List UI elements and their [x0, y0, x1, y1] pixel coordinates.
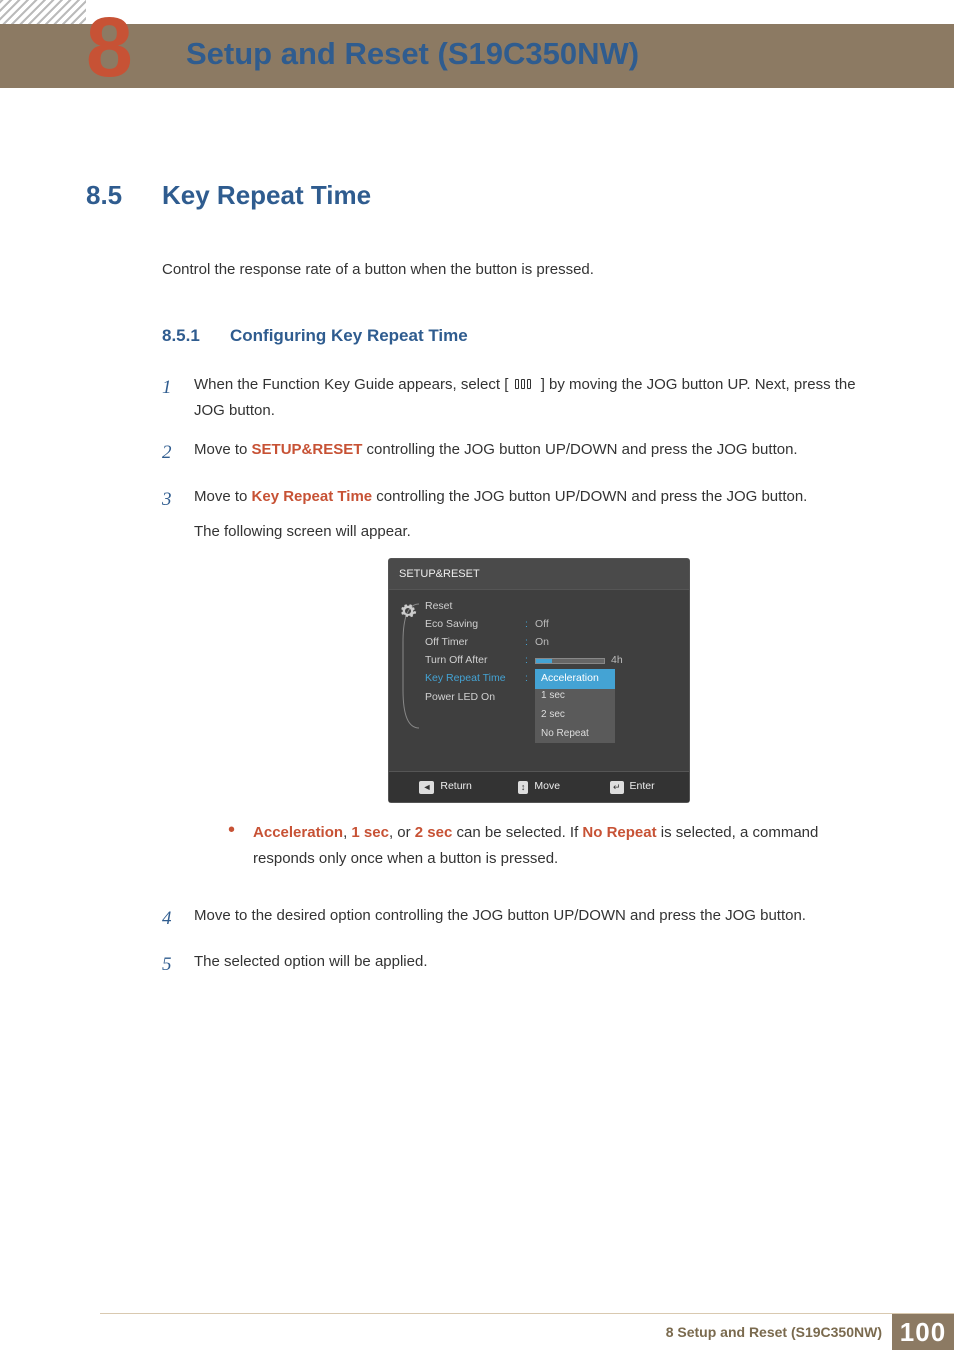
osd-footer-move: Move: [534, 778, 560, 796]
osd-item-krt: Key Repeat Time: [425, 670, 525, 688]
step-5: 5 The selected option will be applied.: [162, 949, 884, 981]
osd-screenshot: SETUP&RESET Reset Eco Saving:Off Off Tim…: [389, 559, 689, 803]
subsection-heading: 8.5.1 Configuring Key Repeat Time: [162, 326, 884, 346]
menu-icon: [513, 372, 537, 398]
osd-selected-value: Acceleration: [535, 669, 615, 689]
step-text: Move to: [194, 488, 252, 505]
osd-slider: [535, 658, 605, 664]
step-3: 3 Move to Key Repeat Time controlling th…: [162, 484, 884, 890]
step-text: controlling the JOG button UP/DOWN and p…: [372, 488, 807, 505]
page-number: 100: [892, 1314, 954, 1350]
step-text: When the Function Key Guide appears, sel…: [194, 376, 504, 393]
gear-icon: [399, 602, 417, 620]
return-key-icon: ◄: [419, 781, 434, 794]
osd-item-reset: Reset: [425, 598, 525, 616]
section-intro: Control the response rate of a button wh…: [162, 261, 884, 278]
step-2: 2 Move to SETUP&RESET controlling the JO…: [162, 437, 884, 469]
step-number: 4: [162, 903, 176, 935]
bullet-icon: •: [228, 820, 235, 871]
step-4: 4 Move to the desired option controlling…: [162, 903, 884, 935]
osd-value: Off: [535, 616, 549, 634]
osd-footer: ◄ Return ↕ Move ↵ Enter: [389, 771, 689, 802]
highlight: Acceleration: [253, 824, 343, 841]
osd-item-powerled: Power LED On: [425, 689, 525, 707]
osd-item-turnoff: Turn Off After: [425, 652, 525, 670]
bracket-open: [: [504, 376, 512, 393]
osd-title: SETUP&RESET: [389, 559, 689, 591]
section-title: Key Repeat Time: [162, 180, 371, 211]
page-footer: 8 Setup and Reset (S19C350NW) 100: [0, 1314, 954, 1350]
highlight: Key Repeat Time: [252, 488, 373, 505]
step-text: controlling the JOG button UP/DOWN and p…: [362, 441, 797, 458]
osd-footer-enter: Enter: [630, 778, 655, 796]
highlight: No Repeat: [582, 824, 656, 841]
chapter-number: 8: [86, 14, 133, 81]
highlight: SETUP&RESET: [252, 441, 363, 458]
osd-footer-return: Return: [440, 778, 472, 796]
section-heading: 8.5 Key Repeat Time: [86, 180, 884, 211]
bracket-close: ]: [537, 376, 545, 393]
osd-value: 4h: [611, 652, 623, 670]
step-text: Move to: [194, 441, 252, 458]
step-text: Move to the desired option controlling t…: [194, 903, 884, 935]
subsection-title: Configuring Key Repeat Time: [230, 326, 468, 346]
step-number: 3: [162, 484, 176, 890]
osd-item-offtimer: Off Timer: [425, 634, 525, 652]
osd-item-eco: Eco Saving: [425, 616, 525, 634]
step-text: The selected option will be applied.: [194, 949, 884, 981]
step-text: The following screen will appear.: [194, 523, 411, 540]
step-number: 1: [162, 372, 176, 423]
enter-key-icon: ↵: [610, 781, 624, 794]
text: , or: [389, 824, 415, 841]
move-key-icon: ↕: [518, 781, 529, 794]
step-1: 1 When the Function Key Guide appears, s…: [162, 372, 884, 423]
osd-value: On: [535, 634, 549, 652]
subsection-number: 8.5.1: [162, 326, 210, 346]
section-number: 8.5: [86, 180, 134, 211]
chapter-title: Setup and Reset (S19C350NW): [186, 36, 639, 72]
osd-side-curve: [397, 598, 425, 761]
highlight: 2 sec: [415, 824, 453, 841]
text: can be selected. If: [452, 824, 582, 841]
step-number: 2: [162, 437, 176, 469]
footer-text: 8 Setup and Reset (S19C350NW): [666, 1314, 892, 1350]
step-number: 5: [162, 949, 176, 981]
highlight: 1 sec: [351, 824, 389, 841]
